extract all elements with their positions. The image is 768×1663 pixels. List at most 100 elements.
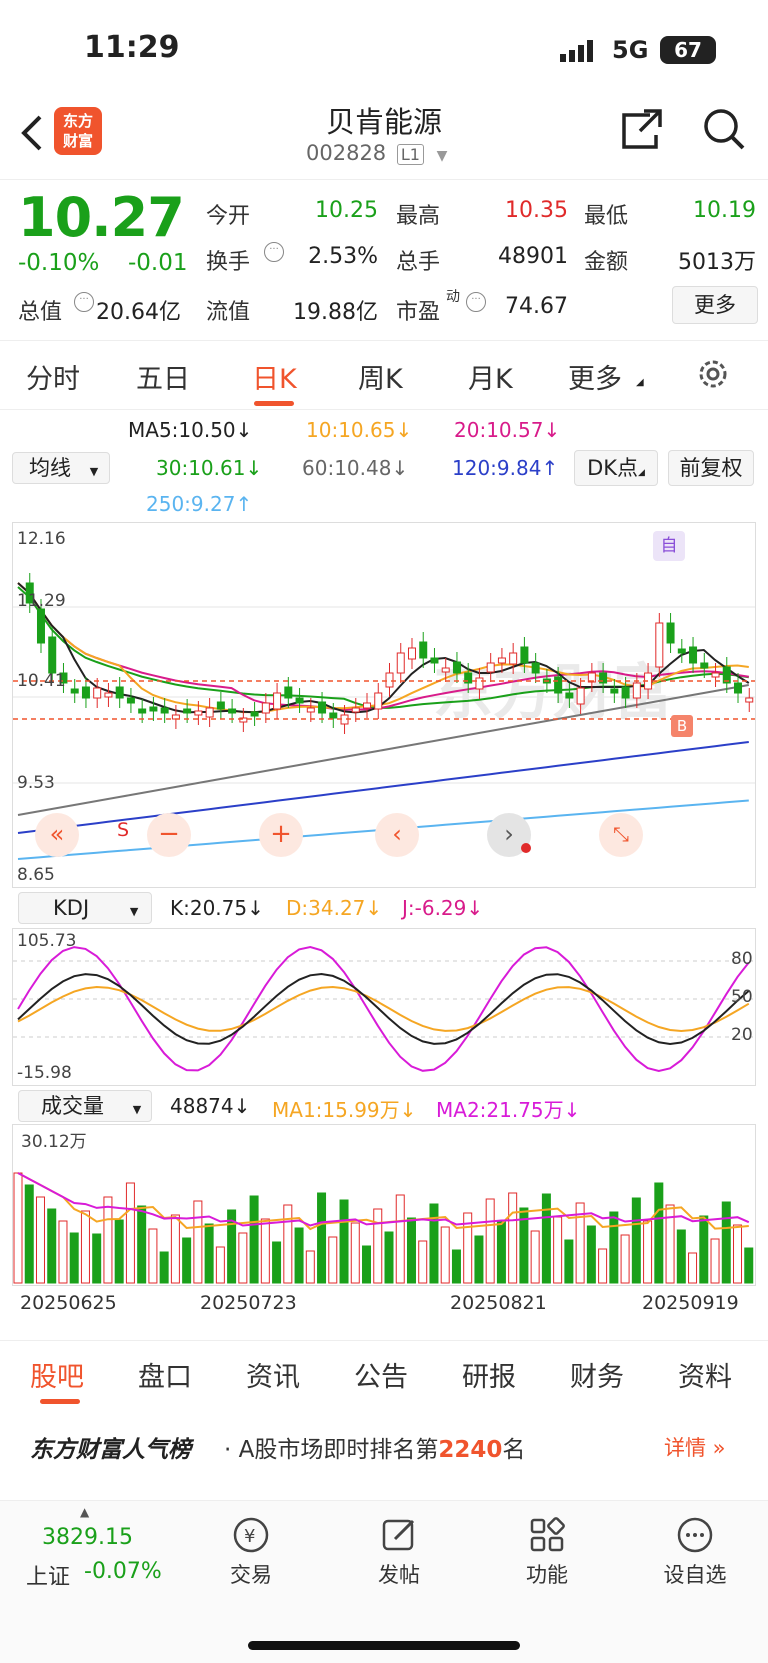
candle [531,662,540,674]
tab-financials[interactable]: 财务 [570,1355,624,1394]
tab-daily-k[interactable]: 日K [252,357,297,396]
tab-announcements[interactable]: 公告 [354,1355,408,1394]
volume-bar [103,1196,113,1284]
tab-more[interactable]: 更多 [568,357,622,396]
volume-bar [508,1192,518,1284]
candle [486,662,495,673]
volume-bar [283,1204,293,1284]
volume-bar [305,1250,315,1284]
volume-bar [272,1241,282,1284]
change-amount: -0.01 [128,250,188,276]
volume-chart[interactable]: 30.12万 [12,1124,756,1286]
tab-research[interactable]: 研报 [462,1355,516,1394]
candle [632,682,641,699]
candle [520,646,529,664]
volume-bar [440,1226,450,1284]
candle [509,652,518,665]
candle [396,652,405,674]
more-button[interactable]: 更多 [672,286,758,324]
indicator-selector[interactable]: KDJ ▼ [18,892,152,924]
candle [452,661,461,674]
kdj-chart[interactable]: 105.73 -15.98 80 50 20 [12,928,756,1086]
low-label: 最低 [584,204,629,229]
volume-bar [553,1216,563,1284]
zoom-in-icon[interactable]: + [259,813,303,857]
zoom-out-icon[interactable]: − [147,813,191,857]
volume-bar [92,1233,102,1284]
active-tab-indicator [40,1399,80,1404]
ma10-value: 10:10.65↓ [306,418,413,442]
kline-chart[interactable]: 东方财富 12.16 11.29 10.41 9.53 8.65 自 B S «… [12,522,756,888]
ma-selector[interactable]: 均线 ▼ [12,452,110,484]
scroll-left-icon[interactable]: « [35,813,79,857]
share-icon[interactable] [620,107,664,155]
double-chevron-icon: » [706,1436,726,1460]
pe-value: 74.67 [505,294,568,319]
adjust-button[interactable]: 前复权 [668,450,754,486]
tab-news[interactable]: 资讯 [246,1355,300,1394]
function-button[interactable]: 功能 [492,1515,602,1589]
tab-forum[interactable]: 股吧 [30,1355,84,1394]
candle [351,707,360,713]
candle [329,712,338,719]
trade-button[interactable]: ¥ 交易 [196,1515,306,1589]
tab-five-day[interactable]: 五日 [136,357,190,396]
candle [306,707,315,713]
ma-selector-label: 均线 [29,456,71,480]
battery-icon: 67 [660,36,716,64]
post-button[interactable]: 发帖 [344,1515,454,1589]
candle [273,692,282,710]
candle [93,687,102,699]
ranking-number: 2240 [438,1437,503,1463]
index-value[interactable]: 3829.15 [42,1525,133,1550]
volume-bar [193,1200,203,1284]
ranking-suffix: 名 [502,1437,526,1463]
kdj-j-value: J:-6.29↓ [402,896,484,920]
volume-bar [373,1208,383,1284]
post-label: 发帖 [378,1563,420,1587]
y-label-top: 12.16 [17,529,66,549]
tab-intraday[interactable]: 分时 [26,357,80,396]
mktcap-value: 20.64亿 [96,300,181,325]
ranking-banner[interactable]: 东方财富人气榜 · A股市场即时排名第2240名 详情 » [0,1410,768,1484]
volume-bar [350,1222,360,1284]
candle [610,688,619,694]
volume-bar [69,1232,79,1284]
add-watchlist-button[interactable]: 设自选 [640,1515,750,1589]
volume-selector[interactable]: 成交量 ▼ [18,1090,152,1122]
volume-bar [238,1232,248,1284]
search-icon[interactable] [702,107,746,155]
volume-bar [384,1231,394,1284]
caret-down-icon: ▼ [436,148,448,164]
gear-icon[interactable] [696,357,730,395]
tab-profile[interactable]: 资料 [678,1355,732,1394]
kdj-j-line [17,945,750,1073]
function-label: 功能 [526,1563,568,1587]
current-price: 10.27 [18,186,185,249]
buy-marker: B [671,715,693,737]
fullscreen-icon[interactable]: ⤡ [599,813,643,857]
tab-orderbook[interactable]: 盘口 [138,1355,192,1394]
volume-ma2: MA2:21.75万↓ [436,1098,581,1122]
ranking-detail-link[interactable]: 详情 » [664,1432,726,1462]
candle [295,697,304,704]
volume-bar [260,1218,270,1284]
volume-ma1: MA1:15.99万↓ [272,1098,417,1122]
volume-bar [530,1230,540,1284]
volume-bar [114,1219,124,1284]
candle [565,692,574,699]
volume-bar [204,1223,214,1284]
trade-label: 交易 [230,1563,272,1587]
caret-icon: ◢ [638,468,645,478]
high-value: 10.35 [505,198,568,223]
dk-point-button[interactable]: DK点◢ [574,450,658,486]
tab-monthly-k[interactable]: 月K [468,357,513,396]
candle [677,648,686,654]
candle [711,672,720,678]
volume-bar [35,1196,45,1284]
prev-icon[interactable]: ‹ [375,813,419,857]
status-bar: 11:29 5G 67 [0,0,768,95]
tab-weekly-k[interactable]: 周K [358,357,403,396]
stock-code-row[interactable]: 002828 L1 ▼ [306,141,447,165]
volume-y-top: 30.12万 [21,1132,87,1152]
